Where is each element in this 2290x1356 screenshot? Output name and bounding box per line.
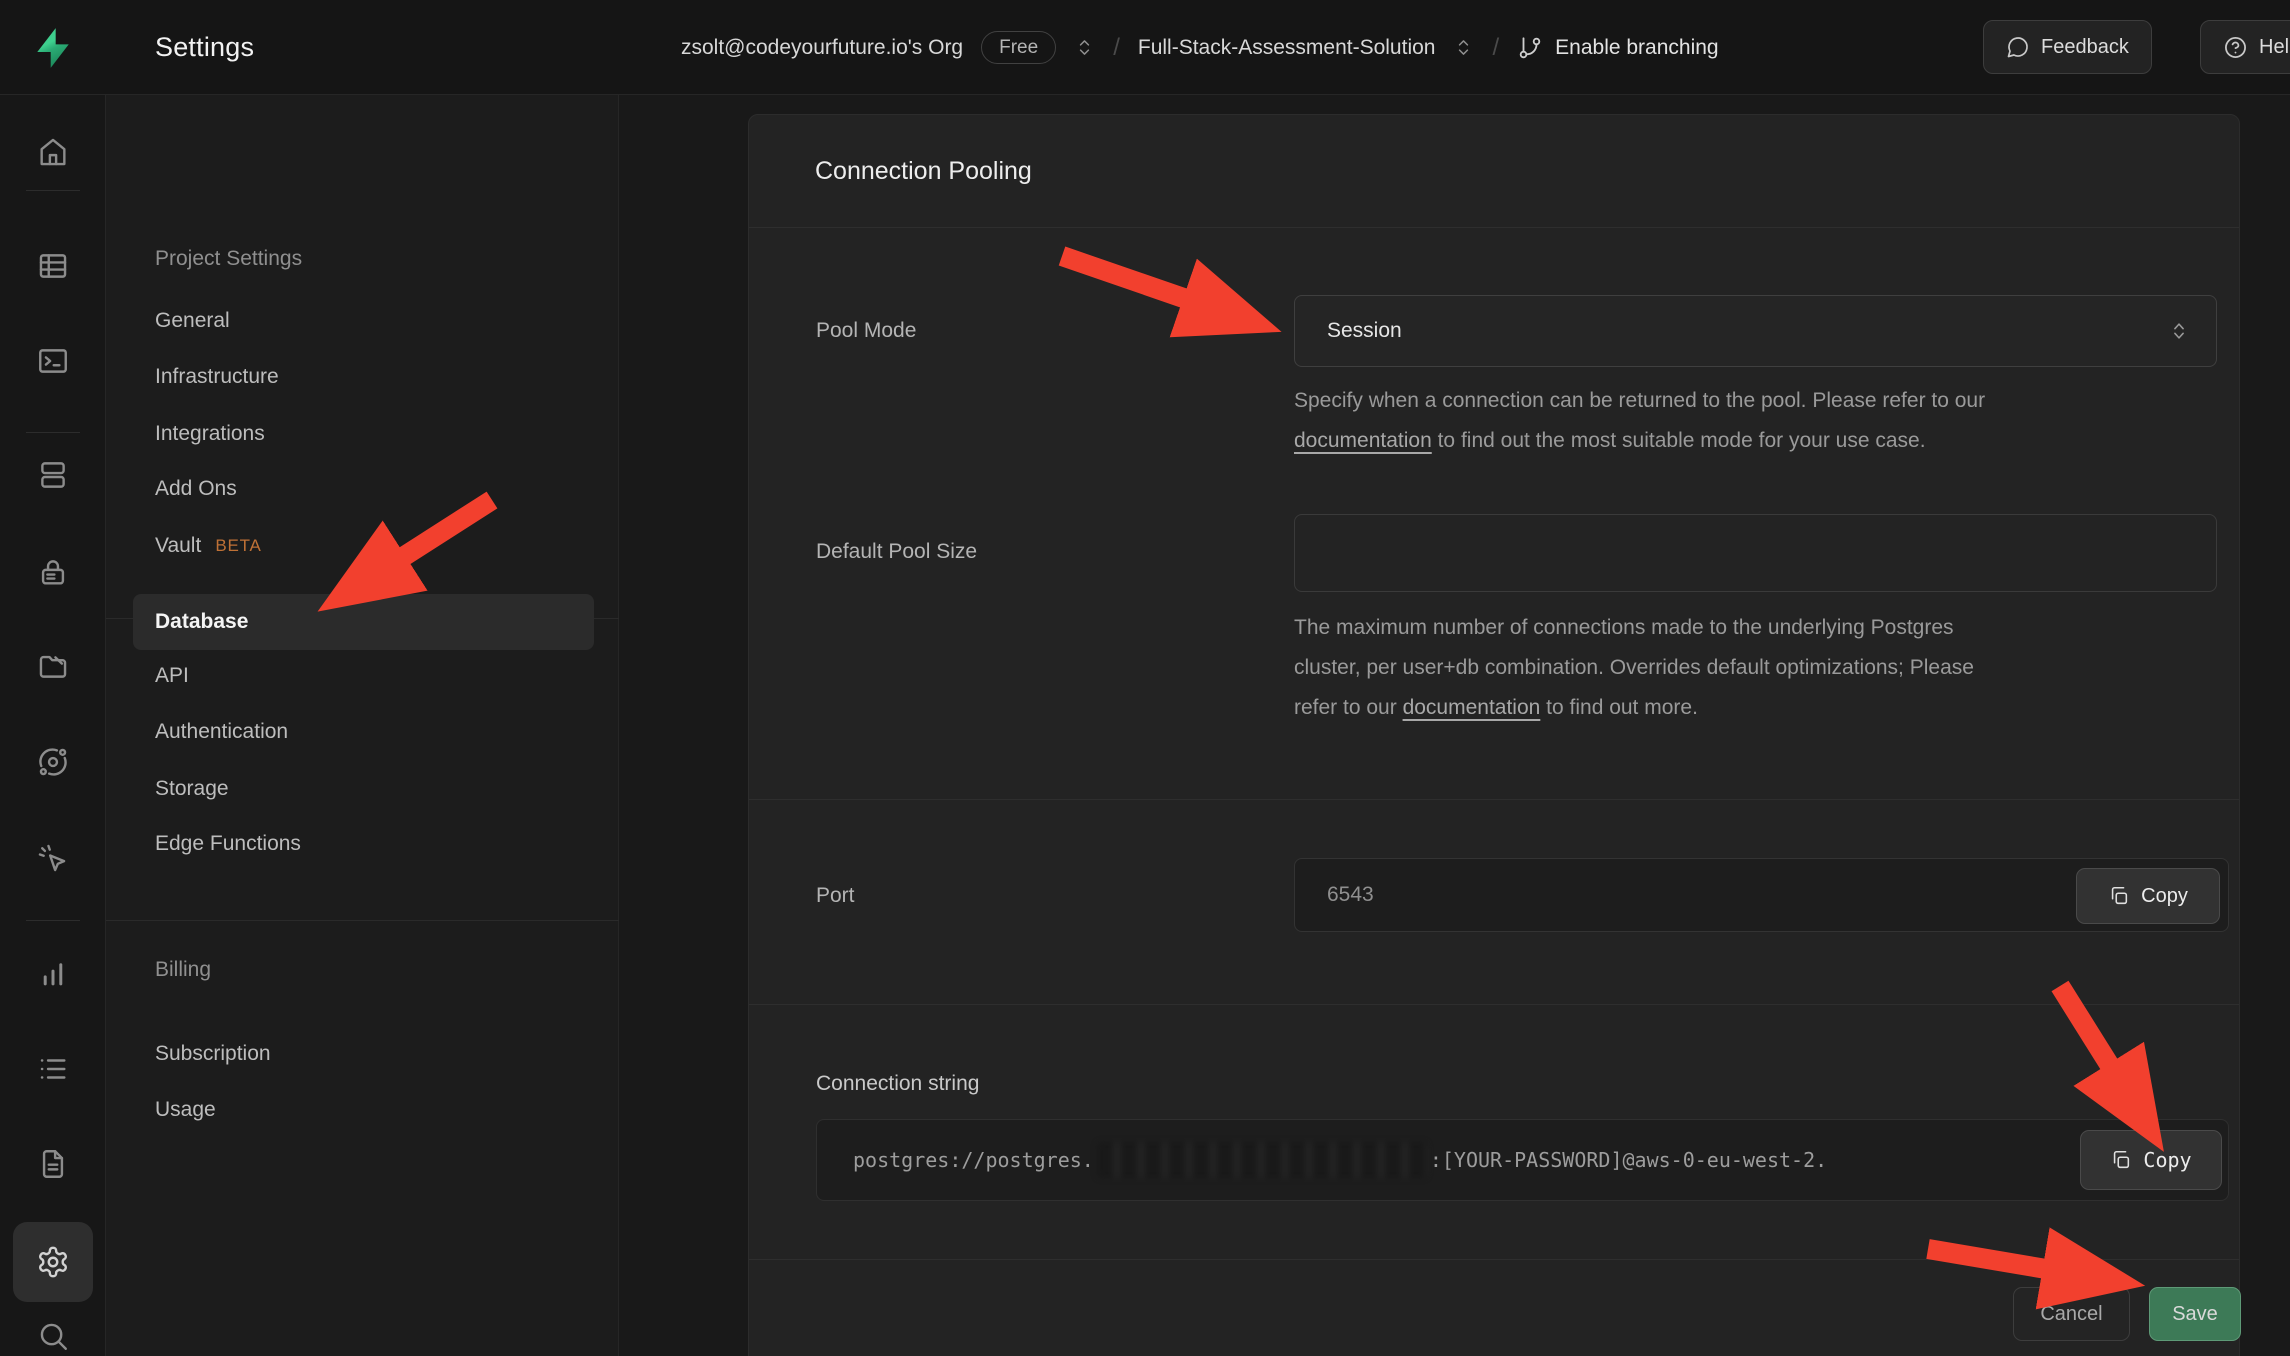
enable-branching-label: Enable branching [1555, 36, 1718, 60]
sidebar-item-subscription[interactable]: Subscription [155, 1034, 271, 1074]
sidebar-item-database-active[interactable]: Database [133, 594, 594, 650]
menu-divider [106, 920, 619, 921]
feedback-label: Feedback [2041, 36, 2129, 59]
reports-icon[interactable] [36, 957, 70, 991]
page-title: Settings [155, 0, 254, 95]
settings-menu-panel: Project Settings General Infrastructure … [106, 95, 619, 1356]
sql-editor-icon[interactable] [36, 344, 70, 378]
port-input: 6543 Copy [1294, 858, 2229, 932]
pool-mode-value: Session [1327, 319, 1402, 343]
sidebar-item-general[interactable]: General [155, 301, 230, 341]
copy-icon [2110, 1149, 2132, 1171]
default-pool-size-description: The maximum number of connections made t… [1294, 608, 2254, 728]
org-selector-chevrons-icon[interactable] [1074, 37, 1095, 58]
breadcrumb-slash: / [1113, 34, 1120, 62]
cancel-button[interactable]: Cancel [2013, 1287, 2130, 1341]
select-chevrons-icon [2168, 320, 2190, 342]
settings-nav-active[interactable] [13, 1222, 93, 1302]
sidebar-item-api[interactable]: API [155, 656, 189, 696]
menu-section-header: Billing [155, 950, 211, 990]
copy-icon [2108, 885, 2130, 907]
connection-string-label: Connection string [816, 1072, 979, 1096]
port-copy-button[interactable]: Copy [2076, 868, 2220, 924]
api-docs-icon[interactable] [36, 1147, 70, 1181]
plan-badge: Free [981, 31, 1056, 64]
sidebar-item-authentication[interactable]: Authentication [155, 712, 288, 752]
storage-icon[interactable] [36, 650, 70, 684]
pool-mode-label: Pool Mode [816, 319, 916, 343]
top-header: Settings zsolt@codeyourfuture.io's Org F… [0, 0, 2290, 95]
supabase-bolt-icon [30, 25, 76, 71]
sidebar-item-vault[interactable]: Vault BETA [155, 526, 262, 566]
supabase-logo[interactable] [0, 0, 106, 95]
database-icon[interactable] [36, 458, 70, 492]
card-divider [749, 227, 2239, 228]
connection-string-copy-button[interactable]: Copy [2080, 1130, 2222, 1190]
section-divider [749, 1004, 2239, 1005]
nav-icon-rail [0, 95, 106, 1356]
sidebar-item-infrastructure[interactable]: Infrastructure [155, 357, 279, 397]
card-title: Connection Pooling [749, 115, 2239, 227]
realtime-icon[interactable] [36, 842, 70, 876]
org-name[interactable]: zsolt@codeyourfuture.io's Org [681, 36, 963, 60]
auth-icon[interactable] [36, 555, 70, 589]
sidebar-item-edge-functions[interactable]: Edge Functions [155, 824, 301, 864]
sidebar-item-add-ons[interactable]: Add Ons [155, 469, 237, 509]
rail-divider [26, 920, 80, 921]
main-content: Connection Pooling Pool Mode Session Spe… [619, 95, 2290, 1356]
beta-badge: BETA [215, 536, 261, 556]
feedback-bubble-icon [2006, 35, 2030, 59]
save-button[interactable]: Save [2149, 1287, 2241, 1341]
breadcrumb-slash: / [1492, 34, 1499, 62]
pool-mode-description: Specify when a connection can be returne… [1294, 381, 2254, 461]
enable-branching-button[interactable]: Enable branching [1517, 35, 1718, 61]
help-label: Help [2259, 36, 2290, 59]
feedback-button[interactable]: Feedback [1983, 20, 2152, 74]
search-icon[interactable] [36, 1319, 70, 1353]
breadcrumb: zsolt@codeyourfuture.io's Org Free / Ful… [681, 0, 1719, 95]
sidebar-item-integrations[interactable]: Integrations [155, 414, 265, 454]
rail-divider [26, 432, 80, 433]
edge-functions-icon[interactable] [36, 745, 70, 779]
default-pool-size-label: Default Pool Size [816, 540, 977, 564]
footer-divider [749, 1259, 2239, 1260]
project-name[interactable]: Full-Stack-Assessment-Solution [1138, 36, 1436, 60]
project-selector-chevrons-icon[interactable] [1453, 37, 1474, 58]
section-divider [749, 799, 2239, 800]
settings-gear-icon [36, 1245, 70, 1279]
logs-icon[interactable] [36, 1052, 70, 1086]
sidebar-item-usage[interactable]: Usage [155, 1090, 216, 1130]
sidebar-item-storage[interactable]: Storage [155, 769, 229, 809]
help-circle-icon [2223, 35, 2248, 60]
default-pool-size-input[interactable] [1294, 514, 2217, 592]
table-editor-icon[interactable] [36, 249, 70, 283]
port-value: 6543 [1327, 883, 1374, 907]
rail-divider [26, 190, 80, 191]
help-button[interactable]: Help [2200, 20, 2290, 74]
redacted-project-ref [1097, 1142, 1427, 1178]
home-icon[interactable] [36, 135, 70, 169]
menu-section-header: Project Settings [155, 239, 302, 279]
port-label: Port [816, 884, 855, 908]
documentation-link[interactable]: documentation [1294, 429, 1432, 452]
connection-string-value: postgres://postgres.:[YOUR-PASSWORD]@aws… [816, 1119, 2229, 1201]
documentation-link[interactable]: documentation [1403, 696, 1541, 719]
pool-mode-select[interactable]: Session [1294, 295, 2217, 367]
connection-pooling-card: Connection Pooling Pool Mode Session Spe… [748, 114, 2240, 1356]
git-branch-icon [1517, 35, 1543, 61]
supabase-settings-screen: Settings zsolt@codeyourfuture.io's Org F… [0, 0, 2290, 1356]
